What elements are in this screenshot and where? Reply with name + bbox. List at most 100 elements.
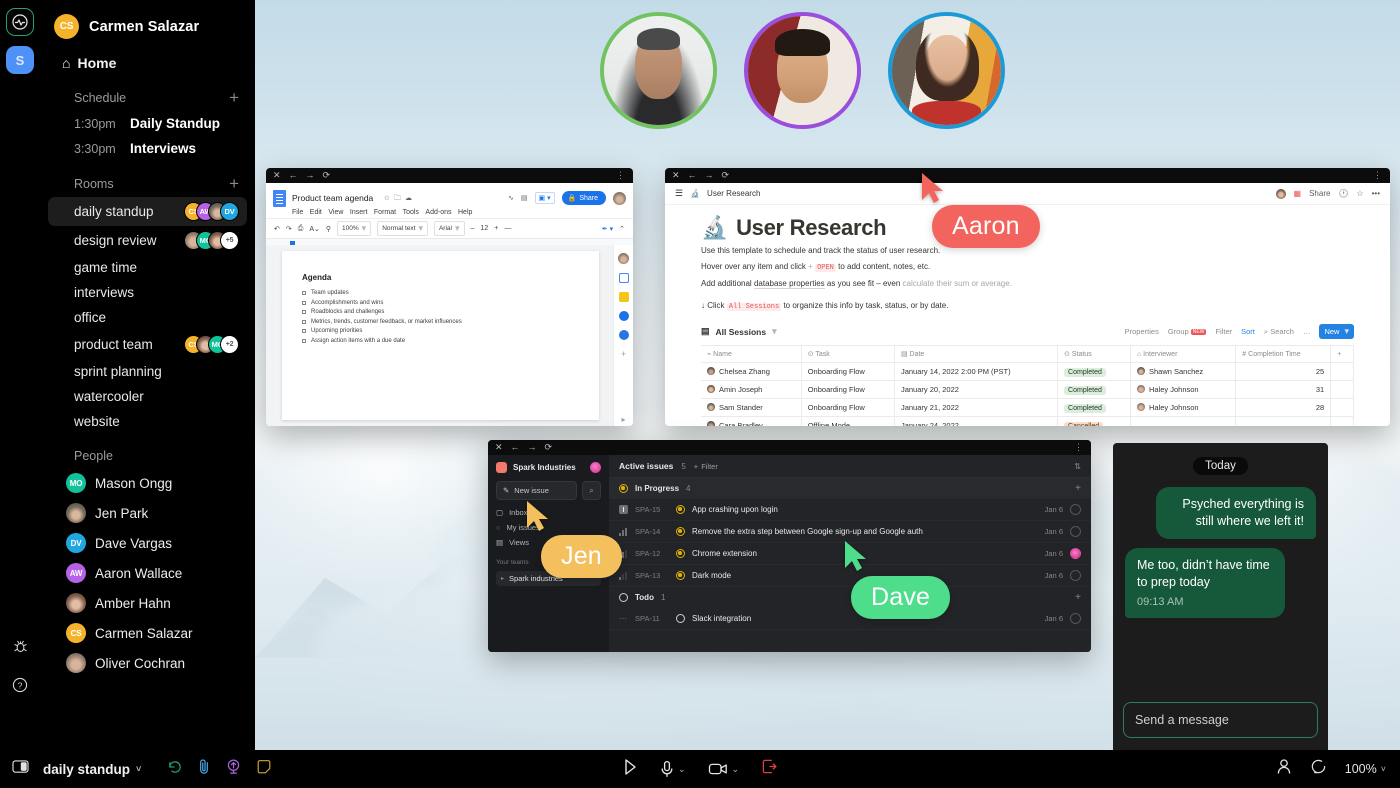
sidebar-item-dave-vargas[interactable]: DV Dave Vargas bbox=[40, 528, 255, 558]
contacts-icon[interactable] bbox=[619, 330, 629, 340]
in-progress-icon[interactable] bbox=[676, 527, 685, 536]
sidebar-item-design-review[interactable]: design review MO +5 bbox=[48, 226, 247, 255]
cell-date[interactable]: January 24, 2022 bbox=[894, 417, 1057, 426]
checklist-item[interactable]: Metrics, trends, customer feedback, or m… bbox=[302, 319, 579, 325]
avatar[interactable] bbox=[1276, 189, 1286, 199]
org-switcher[interactable]: Spark Industries bbox=[496, 462, 601, 473]
col-interviewer[interactable]: ⌂ Interviewer bbox=[1130, 346, 1235, 363]
filter-button[interactable]: Filter bbox=[1215, 327, 1232, 336]
cell-interviewer[interactable]: Haley Johnson bbox=[1130, 399, 1235, 417]
font-size-increase[interactable]: + bbox=[494, 225, 498, 232]
col-name[interactable]: ⌁ Name bbox=[701, 346, 801, 363]
tasks-icon[interactable] bbox=[619, 311, 629, 321]
cell-task[interactable]: Onboarding Flow bbox=[801, 381, 894, 399]
sidebar-item-home[interactable]: ⌂ Home bbox=[40, 49, 255, 81]
sidebar-toggle-icon[interactable]: ☰ bbox=[675, 188, 683, 199]
cell-name[interactable]: Sam Stander bbox=[701, 399, 801, 417]
cell-date[interactable]: January 21, 2022 bbox=[894, 399, 1057, 417]
menu-insert[interactable]: Insert bbox=[350, 209, 368, 216]
menu-format[interactable]: Format bbox=[374, 209, 396, 216]
checkbox-icon[interactable] bbox=[302, 320, 306, 324]
document-page[interactable]: Agenda Team updates Accomplishments and … bbox=[282, 251, 599, 420]
clock-icon[interactable]: 🕐 bbox=[1338, 189, 1348, 198]
cell-status[interactable]: Cancelled bbox=[1058, 417, 1131, 426]
checkbox-icon[interactable] bbox=[302, 329, 306, 333]
schedule-item-interviews[interactable]: 3:30pm Interviews bbox=[40, 136, 255, 161]
in-progress-icon[interactable] bbox=[676, 505, 685, 514]
sidebar-item-product-team[interactable]: product team CS MO +2 bbox=[48, 330, 247, 359]
reload-icon[interactable]: ⟳ bbox=[722, 171, 730, 180]
chevron-down-icon[interactable]: ⌄ bbox=[678, 764, 686, 775]
cell-interviewer[interactable] bbox=[1130, 417, 1235, 426]
menu-addons[interactable]: Add-ons bbox=[425, 209, 451, 216]
paint-format-icon[interactable]: ⚲ bbox=[326, 225, 331, 233]
menu-view[interactable]: View bbox=[328, 209, 343, 216]
issue-row[interactable]: SPA-15 App crashing upon login Jan 6 bbox=[609, 499, 1091, 521]
forward-icon[interactable]: → bbox=[528, 443, 537, 452]
expand-rail-icon[interactable]: ▸ bbox=[621, 415, 625, 424]
font-size-value[interactable]: 12 bbox=[480, 225, 488, 232]
in-progress-icon[interactable] bbox=[676, 571, 685, 580]
sidebar-item-mason-ongg[interactable]: MO Mason Ongg bbox=[40, 468, 255, 498]
more-icon[interactable]: … bbox=[1303, 327, 1311, 336]
keep-icon[interactable] bbox=[619, 292, 629, 302]
bold-icon[interactable]: — bbox=[504, 225, 511, 232]
present-icon[interactable]: ▣ ▾ bbox=[535, 192, 555, 204]
add-schedule-button[interactable]: + bbox=[229, 89, 239, 106]
col-task[interactable]: ⊙ Task bbox=[801, 346, 894, 363]
cell-status[interactable]: Completed bbox=[1058, 363, 1131, 381]
table-row[interactable]: Amin Joseph Onboarding Flow January 20, … bbox=[701, 381, 1354, 399]
cell-completion-time[interactable]: 25 bbox=[1236, 363, 1331, 381]
checkbox-icon[interactable] bbox=[302, 291, 306, 295]
issue-row[interactable]: ⋯ SPA-11 Slack integration Jan 6 bbox=[609, 608, 1091, 630]
cell-date[interactable]: January 14, 2022 2:00 PM (PST) bbox=[894, 363, 1057, 381]
cell-interviewer[interactable]: Haley Johnson bbox=[1130, 381, 1235, 399]
workspace-icon-s[interactable]: S bbox=[6, 46, 34, 74]
sidebar-item-daily-standup[interactable]: daily standup CS AW DV bbox=[48, 197, 247, 226]
cell-task[interactable]: Onboarding Flow bbox=[801, 399, 894, 417]
cell-task[interactable]: Offline Mode bbox=[801, 417, 894, 426]
chevron-down-icon[interactable]: ⌄ bbox=[732, 764, 740, 775]
reload-icon[interactable]: ⟳ bbox=[323, 171, 331, 180]
share-button[interactable]: Share bbox=[1309, 189, 1330, 198]
back-icon[interactable]: ← bbox=[511, 443, 520, 452]
back-icon[interactable]: ← bbox=[688, 171, 697, 180]
window-menu-icon[interactable]: ⋮ bbox=[1373, 170, 1383, 181]
assignee-avatar[interactable] bbox=[1070, 570, 1081, 581]
docs-canvas[interactable]: Agenda Team updates Accomplishments and … bbox=[266, 245, 633, 426]
close-icon[interactable]: ✕ bbox=[273, 171, 281, 180]
issue-group-todo[interactable]: Todo 1 + bbox=[609, 587, 1091, 608]
cell-task[interactable]: Onboarding Flow bbox=[801, 363, 894, 381]
avatar[interactable] bbox=[590, 462, 601, 473]
close-icon[interactable]: ✕ bbox=[495, 443, 503, 452]
app-logo-icon[interactable] bbox=[6, 8, 34, 36]
avatar[interactable]: CS bbox=[54, 14, 79, 39]
chat-input[interactable]: Send a message bbox=[1123, 702, 1318, 738]
video-tile-participant-3[interactable] bbox=[888, 12, 1005, 129]
user-research-table[interactable]: ⌁ Name ⊙ Task ▤ Date ⊙ Status ⌂ Intervie… bbox=[701, 345, 1354, 426]
docs-menubar[interactable]: File Edit View Insert Format Tools Add-o… bbox=[292, 209, 472, 216]
checklist-item[interactable]: Accomplishments and wins bbox=[302, 300, 579, 306]
avatar[interactable] bbox=[613, 192, 626, 205]
add-room-button[interactable]: + bbox=[229, 175, 239, 192]
cell-date[interactable]: January 20, 2022 bbox=[894, 381, 1057, 399]
display-options-icon[interactable]: ⇅ bbox=[1074, 462, 1081, 471]
checkbox-icon[interactable] bbox=[302, 301, 306, 305]
cell-interviewer[interactable]: Shawn Sanchez bbox=[1130, 363, 1235, 381]
paragraph-style-select[interactable]: Normal text▾ bbox=[377, 221, 428, 236]
search-button[interactable]: ⌕ Search bbox=[1264, 327, 1294, 337]
move-folder-icon[interactable]: 🗀 bbox=[394, 194, 401, 205]
account-row[interactable]: CS Carmen Salazar bbox=[40, 0, 255, 49]
assignee-avatar[interactable] bbox=[1070, 526, 1081, 537]
sidebar-item-oliver-cochran[interactable]: Oliver Cochran bbox=[40, 648, 255, 678]
font-select[interactable]: Arial▾ bbox=[434, 221, 465, 236]
star-icon[interactable]: ☆ bbox=[1356, 189, 1363, 198]
menu-help[interactable]: Help bbox=[458, 209, 472, 216]
cell-status[interactable]: Completed bbox=[1058, 381, 1131, 399]
sidebar-item-game-time[interactable]: game time bbox=[48, 255, 247, 280]
redo-icon[interactable]: ↷ bbox=[286, 225, 292, 233]
table-row[interactable]: Chelsea Zhang Onboarding Flow January 14… bbox=[701, 363, 1354, 381]
table-row[interactable]: Cara Bradley Offline Mode January 24, 20… bbox=[701, 417, 1354, 426]
sidebar-item-interviews[interactable]: interviews bbox=[48, 280, 247, 305]
cell-status[interactable]: Completed bbox=[1058, 399, 1131, 417]
